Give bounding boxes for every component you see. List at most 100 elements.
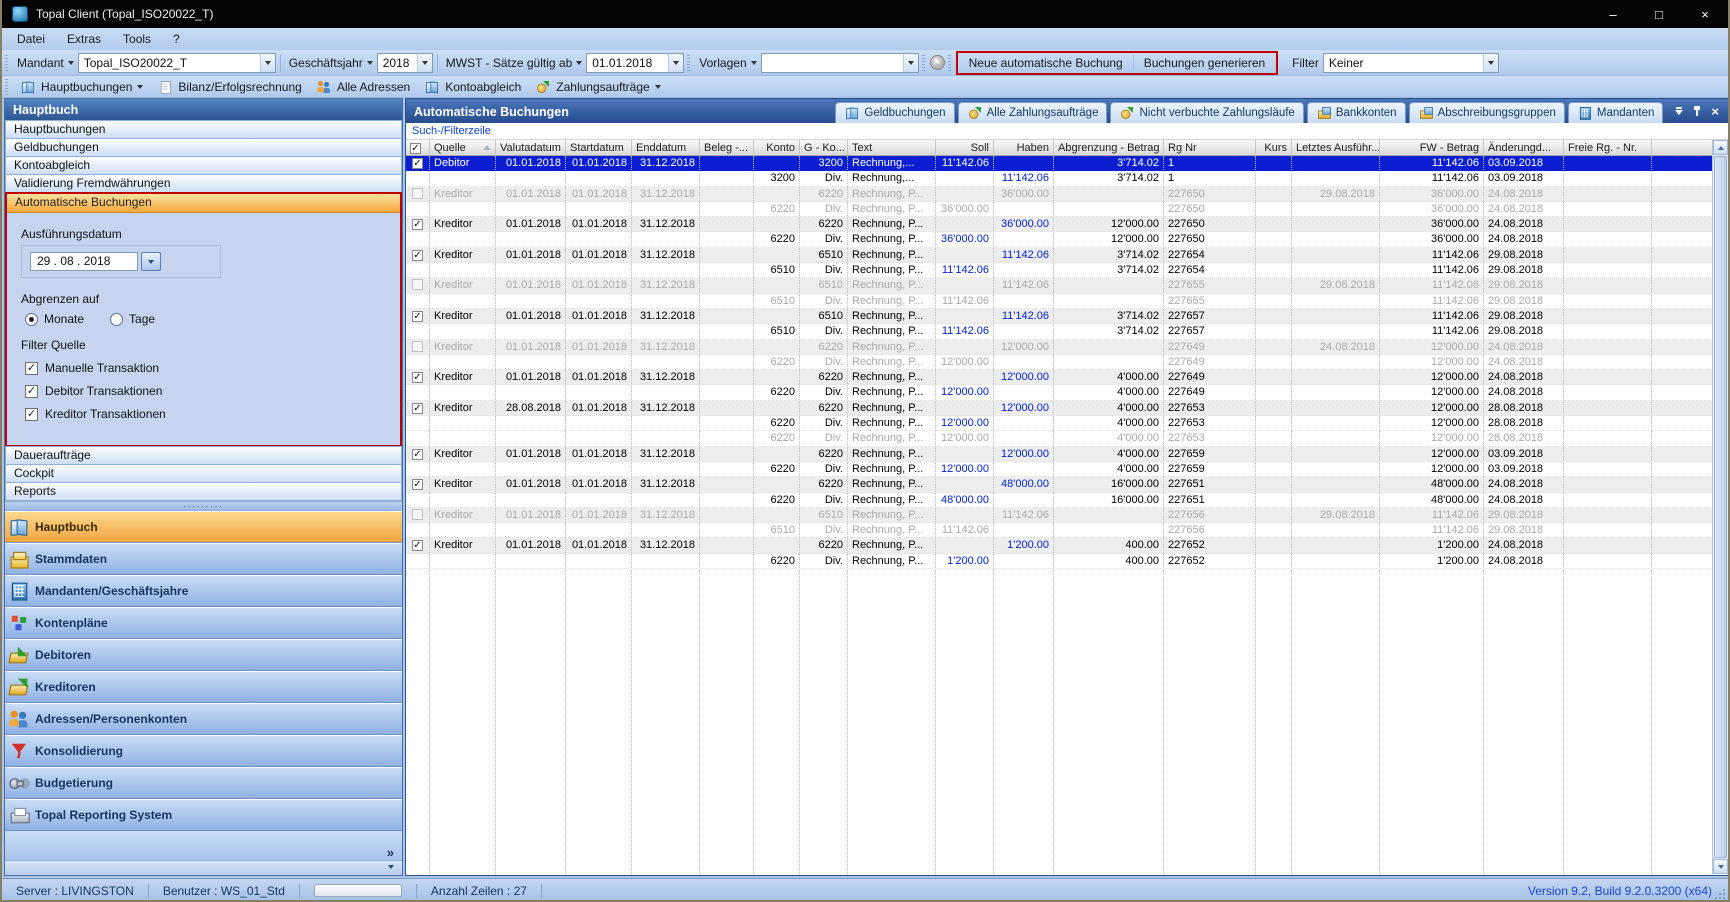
table-row[interactable]: 6220Div.Rechnung, P...1'200.00400.002276… <box>406 554 1713 569</box>
column-header-beleg[interactable]: Beleg -... <box>700 140 754 155</box>
row-checkbox[interactable] <box>412 279 423 290</box>
mwst-label[interactable]: MWST - Sätze gültig ab <box>446 56 583 70</box>
table-row[interactable]: 6220Div.Rechnung, P...12'000.004'000.002… <box>406 385 1713 400</box>
vorlagen-label[interactable]: Vorlagen <box>699 56 756 70</box>
table-row[interactable]: ✓Kreditor01.01.201801.01.201831.12.20186… <box>406 477 1713 492</box>
scroll-up-icon[interactable] <box>1713 140 1728 155</box>
geschaeftsjahr-label[interactable]: Geschäftsjahr <box>289 56 373 70</box>
search-filter-row[interactable]: Such-/Filterzeile <box>406 123 1729 140</box>
table-row[interactable]: ✓Kreditor01.01.201801.01.201831.12.20186… <box>406 248 1713 263</box>
menu-item-extras[interactable]: Extras <box>56 28 112 50</box>
nav-item-budgetierung[interactable]: Budgetierung <box>5 767 402 799</box>
neue-automatische-buchung-button[interactable]: Neue automatische Buchung <box>959 53 1133 73</box>
column-header-startdatum[interactable]: Startdatum <box>566 140 632 155</box>
tab-bankkonten[interactable]: Bankkonten <box>1307 102 1406 123</box>
table-row[interactable]: ✓Debitor01.01.201801.01.201831.12.201832… <box>406 156 1713 171</box>
sidebar-item-hauptbuchungen[interactable]: Hauptbuchungen <box>5 120 402 139</box>
minimize-icon[interactable]: – <box>1590 0 1636 28</box>
scrollbar-thumb[interactable] <box>1714 156 1727 858</box>
resize-grip[interactable] <box>1714 888 1725 899</box>
radio-tage[interactable]: Tage <box>110 312 155 326</box>
table-row[interactable]: 6220Div.Rechnung, P...12'000.004'000.002… <box>406 462 1713 477</box>
nav-item-hauptbuch[interactable]: Hauptbuch <box>5 511 402 543</box>
row-checkbox[interactable] <box>412 341 423 352</box>
table-row[interactable]: 6220Div.Rechnung, P...48'000.0016'000.00… <box>406 493 1713 508</box>
column-header-konto[interactable]: Konto <box>754 140 800 155</box>
table-row[interactable]: ✓Kreditor01.01.201801.01.201831.12.20186… <box>406 370 1713 385</box>
close-panel-icon[interactable]: × <box>1711 105 1719 118</box>
menu-item-datei[interactable]: Datei <box>6 28 56 50</box>
close-icon[interactable]: × <box>1682 0 1728 28</box>
sidebar-item-automatische-buchungen[interactable]: Automatische Buchungen <box>7 194 400 213</box>
column-header-haben[interactable]: Haben <box>994 140 1054 155</box>
row-checkbox[interactable]: ✓ <box>412 403 423 414</box>
scroll-down-icon[interactable] <box>1713 859 1728 874</box>
column-header-enddatum[interactable]: Enddatum <box>632 140 700 155</box>
sidebar-item-geldbuchungen[interactable]: Geldbuchungen <box>5 138 402 157</box>
sidebar-item-kontoabgleich[interactable]: Kontoabgleich <box>5 156 402 175</box>
nav-item-stammdaten[interactable]: Stammdaten <box>5 543 402 575</box>
row-checkbox[interactable]: ✓ <box>412 158 423 169</box>
table-row[interactable]: 3200Div.Rechnung,...11'142.063'714.02111… <box>406 171 1713 186</box>
vertical-scrollbar[interactable] <box>1712 140 1728 874</box>
column-header-abgrenzung[interactable]: Abgrenzung - Betrag <box>1054 140 1164 155</box>
table-row[interactable]: ✓Kreditor01.01.201801.01.201831.12.20186… <box>406 447 1713 462</box>
tab-geldbuchungen[interactable]: Geldbuchungen <box>835 102 954 123</box>
chevron-overflow-icon[interactable]: » <box>387 847 394 858</box>
maximize-icon[interactable]: □ <box>1636 0 1682 28</box>
table-row[interactable]: 6220Div.Rechnung, P...36'000.0022765036'… <box>406 202 1713 217</box>
mandant-label[interactable]: Mandant <box>17 56 74 70</box>
nav-item-topal-reporting-system[interactable]: Topal Reporting System <box>5 799 402 831</box>
row-checkbox[interactable]: ✓ <box>412 250 423 261</box>
column-header-letztes[interactable]: Letztes Ausführ... <box>1292 140 1380 155</box>
tab-nicht-verbuchte-zahlungsläufe[interactable]: Nicht verbuchte Zahlungsläufe <box>1110 102 1303 123</box>
geschaeftsjahr-select[interactable]: 2018 <box>377 53 433 73</box>
table-row[interactable]: 6220Div.Rechnung, P...12'000.0022764912'… <box>406 355 1713 370</box>
table-row[interactable]: 6220Div.Rechnung, P...12'000.004'000.002… <box>406 416 1713 431</box>
sidebar-item-cockpit[interactable]: Cockpit <box>5 464 402 483</box>
column-header-rgnr[interactable]: Rg Nr <box>1164 140 1256 155</box>
toolbar-item-kontoabgleich[interactable]: Kontoabgleich <box>417 77 528 97</box>
table-row[interactable]: 6510Div.Rechnung, P...11'142.063'714.022… <box>406 263 1713 278</box>
toolbar-item-hauptbuchungen[interactable]: Hauptbuchungen <box>13 77 150 97</box>
table-row[interactable]: ✓Kreditor28.08.201801.01.201831.12.20186… <box>406 401 1713 416</box>
checkbox-debitor-transaktionen[interactable]: ✓Debitor Transaktionen <box>25 384 386 398</box>
column-header-text[interactable]: Text <box>848 140 936 155</box>
nav-item-konsolidierung[interactable]: Konsolidierung <box>5 735 402 767</box>
row-checkbox[interactable]: ✓ <box>412 479 423 490</box>
ausfuehrungsdatum-input[interactable]: 29 . 08 . 2018 <box>30 252 138 271</box>
column-header-valutadatum[interactable]: Valutadatum <box>496 140 566 155</box>
tab-abschreibungsgruppen[interactable]: Abschreibungsgruppen <box>1409 102 1565 123</box>
column-header-fw[interactable]: FW - Betrag <box>1380 140 1484 155</box>
sidebar-item-daueraufträge[interactable]: Daueraufträge <box>5 446 402 465</box>
chevron-down-icon[interactable] <box>141 252 161 271</box>
menu-item-[interactable]: ? <box>162 28 191 50</box>
nav-item-adressen-personenkonten[interactable]: Adressen/Personenkonten <box>5 703 402 735</box>
table-row[interactable]: Kreditor01.01.201801.01.201831.12.201862… <box>406 340 1713 355</box>
mandant-select[interactable]: Topal_ISO20022_T <box>78 53 276 73</box>
column-header-aenderung[interactable]: Änderungd... <box>1484 140 1564 155</box>
vorlagen-select[interactable] <box>761 53 919 73</box>
checkbox-manuelle-transaktion[interactable]: ✓Manuelle Transaktion <box>25 361 386 375</box>
row-checkbox[interactable]: ✓ <box>412 449 423 460</box>
table-row[interactable]: 6510Div.Rechnung, P...11'142.0622765611'… <box>406 523 1713 538</box>
buchungen-generieren-button[interactable]: Buchungen generieren <box>1134 53 1275 73</box>
table-row[interactable]: ✓Kreditor01.01.201801.01.201831.12.20186… <box>406 309 1713 324</box>
chevron-down-icon[interactable] <box>388 865 394 869</box>
pin-icon[interactable] <box>1693 106 1701 116</box>
row-checkbox[interactable]: ✓ <box>412 372 423 383</box>
column-header-freie[interactable]: Freie Rg. - Nr. <box>1564 140 1652 155</box>
filter-select[interactable]: Keiner <box>1323 53 1499 73</box>
radio-monate[interactable]: Monate <box>25 312 84 326</box>
column-header-quelle[interactable]: Quelle <box>430 140 496 155</box>
toolbar-item-bilanz-erfolgsrechnung[interactable]: Bilanz/Erfolgsrechnung <box>150 77 308 97</box>
toolbar-item-zahlungsaufträge[interactable]: Zahlungsaufträge <box>528 77 667 97</box>
nav-item-kontenpläne[interactable]: Kontenpläne <box>5 607 402 639</box>
table-row[interactable]: Kreditor01.01.201801.01.201831.12.201862… <box>406 187 1713 202</box>
column-header-soll[interactable]: Soll <box>936 140 994 155</box>
row-checkbox[interactable]: ✓ <box>412 540 423 551</box>
table-row[interactable]: 6220Div.Rechnung, P...36'000.0012'000.00… <box>406 232 1713 247</box>
table-row[interactable]: Kreditor01.01.201801.01.201831.12.201865… <box>406 508 1713 523</box>
table-row[interactable]: ✓Kreditor01.01.201801.01.201831.12.20186… <box>406 217 1713 232</box>
mwst-date-select[interactable]: 01.01.2018 <box>586 53 684 73</box>
